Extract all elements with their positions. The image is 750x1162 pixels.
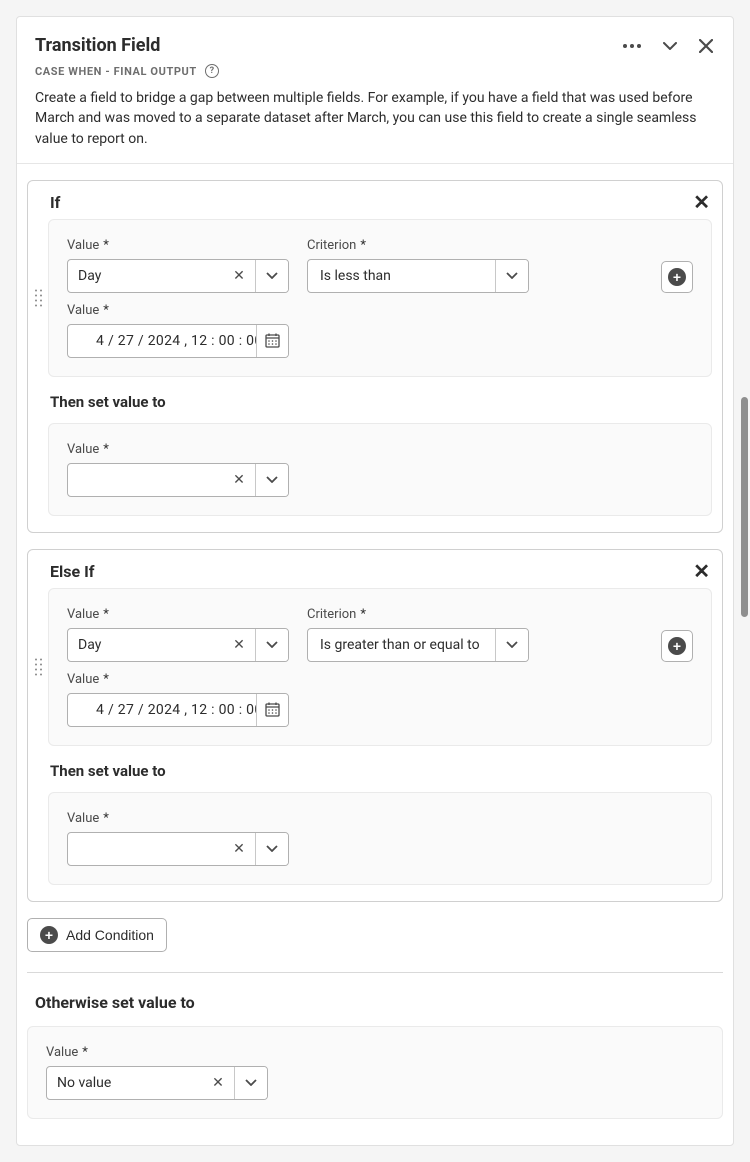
criterion-select[interactable]: Is greater than or equal to xyxy=(307,628,529,662)
remove-condition-icon[interactable]: ✕ xyxy=(693,193,710,213)
value-label: Value* xyxy=(67,672,693,687)
criterion-label: Criterion* xyxy=(307,607,529,622)
chevron-down-icon[interactable] xyxy=(256,629,288,661)
condition-title: If xyxy=(50,193,60,212)
value-text: Day xyxy=(68,629,223,661)
condition-card: Value* Day ✕ Criterion* Is greater than … xyxy=(48,588,712,746)
close-icon[interactable] xyxy=(697,37,715,55)
otherwise-value-text: No value xyxy=(47,1067,202,1099)
date-text: 4 / 27 / 2024 , 12 : 00 : 00 xyxy=(68,694,256,726)
then-value-text xyxy=(68,833,223,865)
then-label: Then set value to xyxy=(50,762,712,780)
then-value-text xyxy=(68,464,223,496)
value-label: Value* xyxy=(67,442,693,457)
criterion-select[interactable]: Is less than xyxy=(307,259,529,293)
clear-icon[interactable]: ✕ xyxy=(202,1067,234,1099)
scrollbar[interactable] xyxy=(741,397,748,617)
clear-icon[interactable]: ✕ xyxy=(223,464,255,496)
date-text: 4 / 27 / 2024 , 12 : 00 : 00 xyxy=(68,325,256,357)
otherwise-card: Value* No value ✕ xyxy=(27,1026,723,1119)
clear-icon[interactable]: ✕ xyxy=(223,833,255,865)
panel-header: Transition Field CASE WHEN - FINAL OUTPU… xyxy=(17,17,733,163)
value-label: Value* xyxy=(67,238,289,253)
value-combobox[interactable]: Day ✕ xyxy=(67,628,289,662)
panel-description: Create a field to bridge a gap between m… xyxy=(35,88,715,149)
chevron-down-icon[interactable] xyxy=(256,833,288,865)
add-criterion-button[interactable]: + xyxy=(661,261,693,293)
value-label: Value* xyxy=(46,1045,704,1060)
calendar-icon[interactable] xyxy=(256,694,288,726)
add-condition-label: Add Condition xyxy=(66,927,154,943)
drag-handle-icon[interactable] xyxy=(35,658,42,675)
criterion-text: Is greater than or equal to xyxy=(308,629,495,661)
value-label: Value* xyxy=(67,811,693,826)
clear-icon[interactable]: ✕ xyxy=(223,260,255,292)
divider xyxy=(27,972,723,973)
chevron-down-icon[interactable] xyxy=(496,260,528,292)
value-text: Day xyxy=(68,260,223,292)
calendar-icon[interactable] xyxy=(256,325,288,357)
transition-field-panel: Transition Field CASE WHEN - FINAL OUTPU… xyxy=(16,16,734,1146)
remove-condition-icon[interactable]: ✕ xyxy=(693,562,710,582)
value-label: Value* xyxy=(67,607,289,622)
then-label: Then set value to xyxy=(50,393,712,411)
panel-subtitle: CASE WHEN - FINAL OUTPUT xyxy=(35,65,197,78)
chevron-down-icon[interactable] xyxy=(496,629,528,661)
criterion-text: Is less than xyxy=(308,260,495,292)
add-criterion-button[interactable]: + xyxy=(661,630,693,662)
date-input[interactable]: 4 / 27 / 2024 , 12 : 00 : 00 xyxy=(67,693,289,727)
then-value-combobox[interactable]: ✕ xyxy=(67,463,289,497)
then-card: Value* ✕ xyxy=(48,792,712,885)
then-card: Value* ✕ xyxy=(48,423,712,516)
plus-icon: + xyxy=(40,926,58,944)
chevron-down-icon[interactable] xyxy=(256,260,288,292)
clear-icon[interactable]: ✕ xyxy=(223,629,255,661)
chevron-down-icon[interactable] xyxy=(235,1067,267,1099)
panel-title: Transition Field xyxy=(35,35,160,56)
chevron-down-icon[interactable] xyxy=(256,464,288,496)
collapse-icon[interactable] xyxy=(661,40,679,52)
condition-title: Else If xyxy=(50,562,94,581)
help-icon[interactable]: ? xyxy=(205,64,219,78)
then-value-combobox[interactable]: ✕ xyxy=(67,832,289,866)
condition-block-if: If ✕ Value* Day ✕ xyxy=(27,180,723,533)
otherwise-value-combobox[interactable]: No value ✕ xyxy=(46,1066,268,1100)
criterion-label: Criterion* xyxy=(307,238,529,253)
date-input[interactable]: 4 / 27 / 2024 , 12 : 00 : 00 xyxy=(67,324,289,358)
more-icon[interactable] xyxy=(621,42,643,50)
condition-card: Value* Day ✕ Criterion* Is less than xyxy=(48,219,712,377)
value-label: Value* xyxy=(67,303,693,318)
otherwise-title: Otherwise set value to xyxy=(35,993,723,1012)
value-combobox[interactable]: Day ✕ xyxy=(67,259,289,293)
condition-block-elseif: Else If ✕ Value* Day ✕ xyxy=(27,549,723,902)
add-condition-button[interactable]: + Add Condition xyxy=(27,918,167,952)
drag-handle-icon[interactable] xyxy=(35,289,42,306)
